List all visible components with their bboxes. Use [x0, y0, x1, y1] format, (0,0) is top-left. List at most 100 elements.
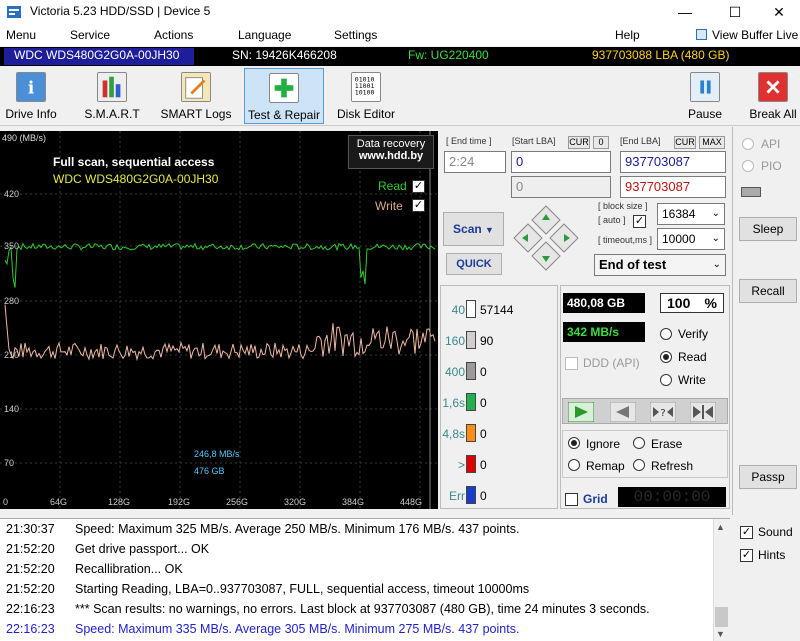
ignore-radio[interactable]: [568, 437, 580, 449]
auto-checkbox[interactable]: ✓: [633, 215, 646, 228]
graph-unit: 490 (MB/s): [2, 133, 47, 143]
recall-button[interactable]: Recall: [739, 279, 797, 303]
log-time: 21:30:37: [6, 522, 55, 536]
maximize-button[interactable]: ☐: [712, 0, 758, 24]
window-title: Victoria 5.23 HDD/SSD | Device 5: [30, 4, 211, 18]
log-text: Recallibration... OK: [75, 562, 183, 576]
drive-info-button[interactable]: i Drive Info: [2, 68, 60, 124]
scan-dropdown-icon: ▼: [485, 225, 494, 235]
grid-checkbox[interactable]: [565, 493, 578, 506]
end-lba-cur-button[interactable]: CUR: [674, 136, 696, 149]
device-serial: SN: 19426K466208: [232, 48, 337, 62]
test-repair-button[interactable]: Test & Repair: [244, 68, 324, 124]
passp-button[interactable]: Passp: [739, 465, 797, 489]
smart-logs-button[interactable]: SMART Logs: [160, 68, 232, 124]
pio-radio[interactable]: [742, 160, 754, 172]
cursor-position: 476 GB: [194, 466, 225, 476]
end-lba-field[interactable]: 937703087: [620, 151, 726, 173]
menu-settings[interactable]: Settings: [334, 28, 377, 42]
menu-bar: [0, 24, 800, 46]
refresh-radio[interactable]: [633, 459, 645, 471]
stat-label: 400: [444, 365, 465, 379]
block-size-select[interactable]: 16384 ⌄: [657, 203, 725, 225]
menu-language[interactable]: Language: [238, 28, 291, 42]
stat-label: >: [457, 458, 465, 472]
log-time: 21:52:20: [6, 582, 55, 596]
write-legend-checkbox[interactable]: ✓: [412, 199, 425, 212]
verify-radio[interactable]: [660, 328, 672, 340]
stat-swatch: [466, 424, 476, 442]
api-radio[interactable]: [742, 138, 754, 150]
close-button[interactable]: ✕: [756, 0, 800, 24]
scroll-thumb[interactable]: [715, 607, 728, 627]
stat-label: 40: [451, 303, 465, 317]
sound-checkbox[interactable]: ✓: [740, 526, 753, 539]
end-of-test-select[interactable]: End of test ⌄: [594, 254, 726, 276]
quick-button[interactable]: QUICK: [446, 253, 502, 275]
random-seek-icon[interactable]: ?: [650, 402, 676, 422]
read-radio[interactable]: [660, 351, 672, 363]
smart-button[interactable]: S.M.A.R.T: [80, 68, 144, 124]
remap-radio[interactable]: [568, 459, 580, 471]
start-lba-field-2[interactable]: 0: [511, 176, 611, 198]
scroll-up-icon[interactable]: ▲: [716, 522, 725, 532]
sound-label: Sound: [758, 525, 793, 539]
end-lba-max-button[interactable]: MAX: [699, 136, 725, 149]
scan-button[interactable]: Scan ▼: [443, 212, 504, 246]
grid-label: Grid: [583, 492, 608, 506]
ddd-api-checkbox[interactable]: [565, 357, 578, 370]
x-tick-192g: 192G: [168, 497, 191, 507]
y-tick-210: 210: [4, 350, 20, 360]
butterfly-icon[interactable]: [690, 402, 716, 422]
hints-checkbox[interactable]: ✓: [740, 549, 753, 562]
log-time: 22:16:23: [6, 622, 55, 636]
write-legend: Write: [375, 199, 403, 213]
start-lba-zero-button[interactable]: 0: [593, 136, 609, 149]
end-time-field[interactable]: 2:24: [444, 151, 506, 173]
play-forward-icon[interactable]: [568, 402, 594, 422]
start-lba-field[interactable]: 0: [511, 151, 611, 173]
pause-button[interactable]: Pause: [684, 68, 726, 124]
erase-radio[interactable]: [633, 437, 645, 449]
read-legend-checkbox[interactable]: ✓: [412, 180, 425, 193]
y-tick-280: 280: [4, 296, 20, 306]
remap-label: Remap: [586, 459, 625, 473]
play-backward-icon[interactable]: [610, 402, 636, 422]
stat-count: 0: [480, 396, 487, 410]
disk-editor-button[interactable]: 01010 11001 10100 Disk Editor: [334, 68, 398, 124]
log-text: *** Scan results: no warnings, no errors…: [75, 602, 650, 616]
start-lba-cur-button[interactable]: CUR: [568, 136, 590, 149]
scroll-down-icon[interactable]: ▼: [716, 629, 725, 639]
ignore-label: Ignore: [586, 437, 621, 451]
smart-icon: [97, 72, 127, 102]
stat-swatch: [466, 455, 476, 473]
read-legend: Read: [378, 179, 407, 193]
right-panel: [732, 127, 800, 515]
pio-label: PIO: [761, 159, 782, 173]
log-time: 21:52:20: [6, 562, 55, 576]
break-all-button[interactable]: Break All: [748, 68, 798, 124]
menu-service[interactable]: Service: [70, 28, 110, 42]
stat-swatch: [466, 486, 476, 504]
minimize-button[interactable]: —: [662, 0, 708, 24]
end-lba-field-2[interactable]: 937703087: [620, 176, 726, 198]
sleep-button[interactable]: Sleep: [739, 217, 797, 241]
end-of-test-dropdown-icon: ⌄: [712, 259, 721, 270]
timeout-select[interactable]: 10000 ⌄: [657, 228, 725, 250]
stat-swatch: [466, 362, 476, 380]
menu-help[interactable]: Help: [615, 28, 640, 42]
view-buffer-live[interactable]: View Buffer Live: [712, 28, 798, 42]
x-tick-0: 0: [3, 497, 9, 507]
device-model[interactable]: WDC WDS480G2G0A-00JH30: [4, 48, 194, 65]
menu-actions[interactable]: Actions: [154, 28, 193, 42]
menu-menu[interactable]: Menu: [6, 28, 36, 42]
svg-text:?: ?: [660, 408, 665, 419]
log-text: Speed: Maximum 325 MB/s. Average 250 MB/…: [75, 522, 520, 536]
log-text: Get drive passport... OK: [75, 542, 210, 556]
elapsed-timer: 00:00:00: [618, 487, 726, 507]
data-recovery-banner[interactable]: Data recovery www.hdd.by: [348, 135, 434, 169]
write-radio[interactable]: [660, 374, 672, 386]
x-tick-448g: 448G: [400, 497, 423, 507]
svg-text:i: i: [28, 78, 34, 98]
direction-pad[interactable]: [512, 204, 580, 272]
